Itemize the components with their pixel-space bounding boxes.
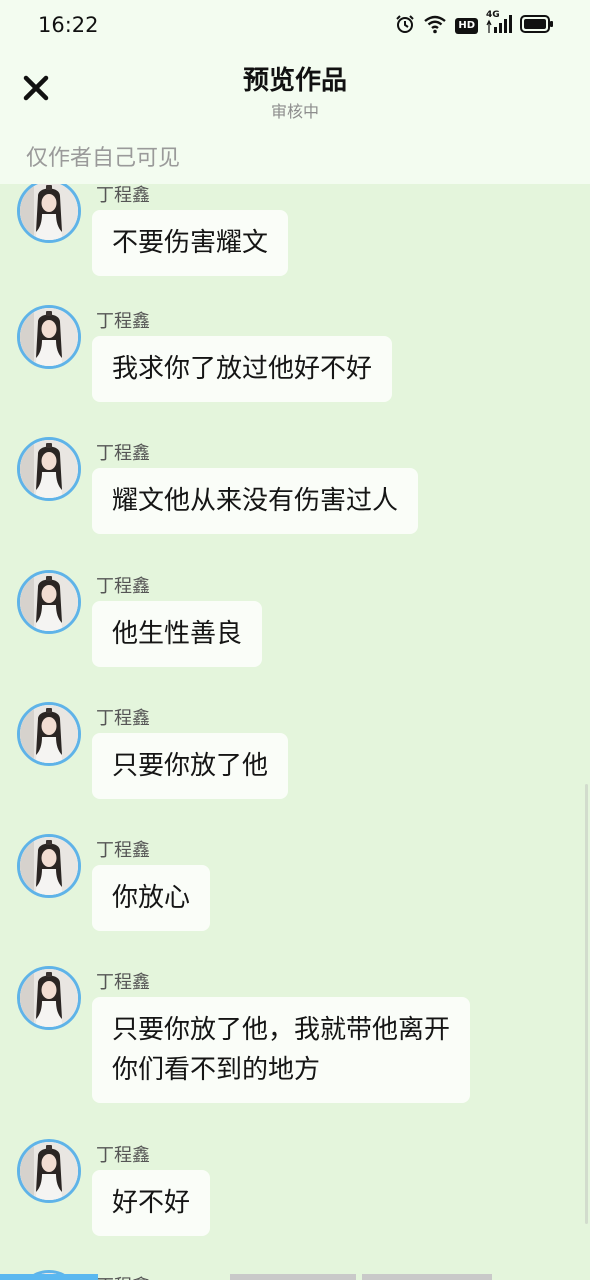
message-bubble[interactable]: 不要伤害耀文 [92,210,289,276]
sender-name: 丁程鑫 [96,1145,150,1166]
message-text-line: 你们看不到的地方 [112,1055,321,1085]
signal-icon: 4G [486,10,512,38]
sender-name: 丁程鑫 [96,840,150,861]
avatar[interactable] [17,184,81,243]
wifi-icon [423,14,447,38]
avatar[interactable] [17,1139,81,1203]
sender-name: 丁程鑫 [96,311,150,332]
sender-name: 丁程鑫 [96,185,150,206]
message-bubble[interactable]: 耀文他从来没有伤害过人 [92,468,419,534]
visibility-note: 仅作者自己可见 [26,146,181,171]
avatar-image [20,440,78,498]
message-text-line: 只要你放了他 [112,751,269,781]
message-bubble[interactable]: 他生性善良 [92,601,263,667]
avatar-image [20,184,78,240]
status-time: 16:22 [38,13,99,37]
message-text-line: 他生性善良 [112,619,243,649]
message-text-line: 我求你了放过他好不好 [112,354,373,384]
sender-name: 丁程鑫 [96,443,150,464]
network-label: 4G [486,10,500,20]
avatar-image [20,705,78,763]
message-bubble[interactable]: 我求你了放过他好不好 [92,336,393,402]
bottom-segment [362,1274,492,1280]
avatar[interactable] [17,966,81,1030]
bottom-accent [0,1274,98,1280]
message-text-line: 你放心 [112,883,191,913]
message-bubble[interactable]: 好不好 [92,1170,211,1236]
message-text-line: 耀文他从来没有伤害过人 [112,486,399,516]
avatar-image [20,837,78,895]
message-text-line: 好不好 [112,1188,191,1218]
message-bubble[interactable]: 只要你放了他，我就带他离开 你们看不到的地方 [92,997,471,1103]
message-bubble[interactable]: 只要你放了他 [92,733,289,799]
avatar[interactable] [17,305,81,369]
message-list[interactable]: 丁程鑫 不要伤害耀文 丁程鑫 我求你了放过他好不好 丁程鑫 耀文他从来没有伤害过… [0,184,590,1280]
page-title: 预览作品 [242,66,347,96]
status-bar: 16:22 HD 4G [0,0,590,52]
battery-icon [520,14,554,38]
avatar-image [20,573,78,631]
message-bubble[interactable]: 你放心 [92,865,211,931]
avatar[interactable] [17,834,81,898]
hd-icon: HD [455,18,478,34]
bottom-bar [0,1274,590,1280]
avatar-image [20,1142,78,1200]
avatar[interactable] [17,702,81,766]
avatar[interactable] [17,570,81,634]
sender-name: 丁程鑫 [96,576,150,597]
sender-name: 丁程鑫 [96,708,150,729]
bottom-segment [230,1274,356,1280]
review-status: 审核中 [270,102,319,121]
scrollbar[interactable] [585,784,588,1224]
sender-name: 丁程鑫 [96,972,150,993]
message-text-line: 不要伤害耀文 [112,228,269,258]
message-text-line: 只要你放了他，我就带他离开 [112,1015,451,1045]
avatar-image [20,969,78,1027]
status-icons: HD 4G [395,10,554,38]
avatar[interactable] [17,437,81,501]
alarm-icon [395,14,415,38]
avatar-image [20,308,78,366]
top-bar: 16:22 HD 4G 预览作品 审核中 仅作者自己可见 [0,0,590,184]
